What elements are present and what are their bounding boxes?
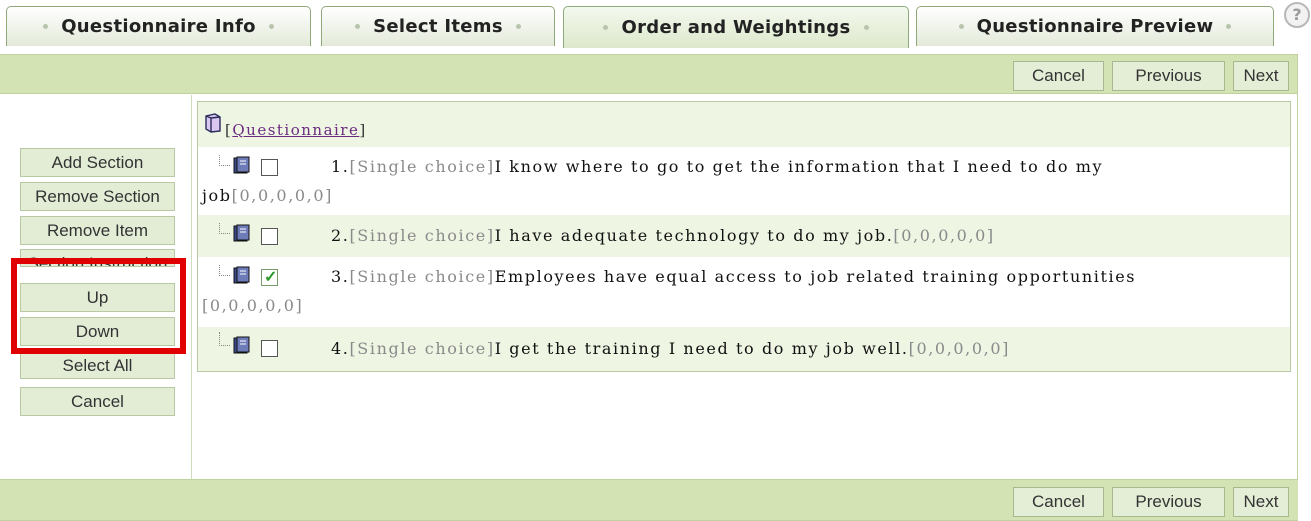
checkmark-icon: ✓ bbox=[264, 269, 278, 286]
tree-connector bbox=[219, 223, 230, 234]
item-text: I get the training I need to do my job w… bbox=[494, 339, 909, 358]
questionnaire-link[interactable]: Questionnaire bbox=[232, 121, 359, 139]
item-weights: [0,0,0,0,0] bbox=[893, 226, 995, 245]
tree-item-row: 4.[Single choice]I get the training I ne… bbox=[198, 327, 1290, 371]
item-number: 3. bbox=[331, 267, 350, 286]
previous-button[interactable]: Previous bbox=[1112, 487, 1225, 517]
tree-root-row: [Questionnaire] bbox=[198, 102, 1290, 147]
tree-connector bbox=[219, 155, 230, 166]
folder-icon bbox=[205, 113, 221, 133]
tree-connector bbox=[219, 265, 230, 276]
tab-label: Questionnaire Info bbox=[61, 16, 256, 37]
select-all-button[interactable]: Select All bbox=[20, 349, 175, 379]
tab-dot-icon bbox=[355, 24, 361, 29]
item-checkbox[interactable] bbox=[261, 228, 278, 245]
tree-item-row: ✓ 3.[Single choice]Employees have equal … bbox=[198, 257, 1290, 327]
item-text-line: job[0,0,0,0,0] bbox=[202, 182, 333, 210]
tab-dot-icon bbox=[515, 24, 521, 29]
questionnaire-tree: [Questionnaire] 1.[Single choice]I know … bbox=[197, 101, 1291, 372]
section-instruction-label: Section Instruction bbox=[27, 254, 168, 267]
item-number: 2. bbox=[331, 226, 350, 245]
item-checkbox[interactable] bbox=[261, 340, 278, 357]
tab-label: Select Items bbox=[373, 16, 503, 37]
item-text: job bbox=[202, 186, 232, 205]
item-type: [Single choice] bbox=[349, 267, 495, 286]
bracket-close: ] bbox=[359, 121, 367, 139]
up-button[interactable]: Up bbox=[20, 283, 175, 312]
tab-dot-icon bbox=[863, 25, 869, 30]
previous-button[interactable]: Previous bbox=[1112, 61, 1225, 91]
item-text-line: 2.[Single choice]I have adequate technol… bbox=[331, 222, 995, 250]
item-icon bbox=[233, 156, 250, 174]
tab-questionnaire-info[interactable]: Questionnaire Info bbox=[6, 6, 311, 46]
item-weights: [0,0,0,0,0] bbox=[231, 186, 333, 205]
item-text-line: 3.[Single choice]Employees have equal ac… bbox=[331, 263, 1136, 291]
cancel-action-button[interactable]: Cancel bbox=[20, 387, 175, 416]
tab-select-items[interactable]: Select Items bbox=[321, 6, 555, 46]
next-button[interactable]: Next bbox=[1233, 61, 1289, 91]
select-all-label: Select All bbox=[62, 356, 133, 375]
top-toolbar: Cancel Previous Next bbox=[0, 54, 1298, 94]
item-number: 1. bbox=[331, 157, 350, 176]
item-type: [Single choice] bbox=[349, 157, 495, 176]
item-text: I know where to go to get the informatio… bbox=[494, 157, 1104, 176]
item-text: Employees have equal access to job relat… bbox=[494, 267, 1137, 286]
cancel-button[interactable]: Cancel bbox=[1013, 61, 1104, 91]
remove-item-button[interactable]: Remove Item bbox=[20, 216, 175, 245]
item-type: [Single choice] bbox=[349, 339, 495, 358]
item-text: I have adequate technology to do my job. bbox=[494, 226, 894, 245]
root-link-wrap: [Questionnaire] bbox=[225, 121, 367, 139]
item-number: 4. bbox=[331, 339, 350, 358]
item-icon bbox=[233, 266, 250, 284]
next-button[interactable]: Next bbox=[1233, 487, 1289, 517]
tab-dot-icon bbox=[1226, 24, 1232, 29]
tab-label: Questionnaire Preview bbox=[976, 16, 1214, 37]
item-text-line: 1.[Single choice]I know where to go to g… bbox=[331, 153, 1103, 181]
section-instruction-button[interactable]: Section Instruction bbox=[20, 249, 175, 267]
tab-questionnaire-preview[interactable]: Questionnaire Preview bbox=[916, 6, 1274, 46]
tab-label: Order and Weightings bbox=[621, 17, 851, 38]
item-icon bbox=[233, 336, 250, 354]
cancel-button[interactable]: Cancel bbox=[1013, 487, 1104, 517]
tab-dot-icon bbox=[268, 24, 274, 29]
tab-dot-icon bbox=[43, 24, 49, 29]
tree-item-row: 2.[Single choice]I have adequate technol… bbox=[198, 215, 1290, 257]
item-weights: [0,0,0,0,0] bbox=[908, 339, 1010, 358]
action-panel: Add Section Remove Section Remove Item S… bbox=[0, 95, 192, 479]
tree-connector bbox=[219, 332, 230, 346]
add-section-button[interactable]: Add Section bbox=[20, 148, 175, 177]
item-checkbox[interactable] bbox=[261, 159, 278, 176]
tab-dot-icon bbox=[958, 24, 964, 29]
frame-border bbox=[1297, 54, 1298, 521]
item-text-line: [0,0,0,0,0] bbox=[202, 292, 303, 320]
item-weights: [0,0,0,0,0] bbox=[202, 296, 304, 315]
item-icon bbox=[233, 224, 250, 242]
down-button[interactable]: Down bbox=[20, 317, 175, 346]
tab-bar: Questionnaire Info Select Items Order an… bbox=[0, 0, 1311, 48]
tab-dot-icon bbox=[603, 25, 609, 30]
remove-section-button[interactable]: Remove Section bbox=[20, 182, 175, 211]
tree-item-row: 1.[Single choice]I know where to go to g… bbox=[198, 147, 1290, 215]
tab-order-and-weightings[interactable]: Order and Weightings bbox=[563, 6, 909, 48]
item-type: [Single choice] bbox=[349, 226, 495, 245]
item-checkbox[interactable]: ✓ bbox=[261, 269, 278, 286]
help-icon[interactable]: ? bbox=[1284, 2, 1310, 28]
item-text-line: 4.[Single choice]I get the training I ne… bbox=[331, 335, 1010, 363]
bottom-toolbar: Cancel Previous Next bbox=[0, 479, 1298, 521]
